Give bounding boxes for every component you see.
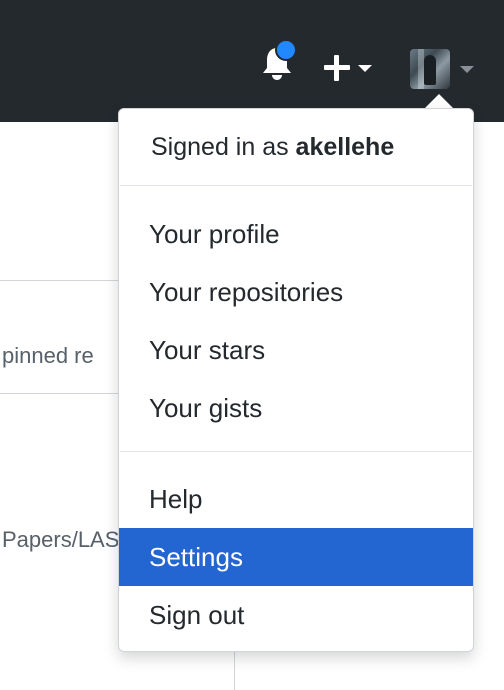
menu-item-your-gists[interactable]: Your gists [119,379,473,437]
unread-notification-dot [275,39,297,61]
caret-down-icon [358,64,372,72]
user-dropdown-menu: Signed in as akellehe Your profile Your … [118,108,474,652]
repo-path-link[interactable]: Papers/LAS [2,527,119,553]
menu-item-sign-out[interactable]: Sign out [119,586,473,644]
signed-in-header: Signed in as akellehe [151,133,394,162]
signed-in-label: Signed in as [151,133,296,161]
menu-divider [120,185,472,186]
menu-item-help[interactable]: Help [119,470,473,528]
menu-item-your-repositories[interactable]: Your repositories [119,263,473,321]
username: akellehe [295,133,395,161]
menu-item-your-profile[interactable]: Your profile [119,205,473,263]
user-menu-button[interactable] [410,47,482,91]
menu-item-your-stars[interactable]: Your stars [119,321,473,379]
avatar [410,49,450,89]
create-new-button[interactable] [322,50,382,86]
dropdown-pointer [425,94,453,108]
plus-icon [322,53,352,83]
caret-down-icon [460,65,474,73]
column-divider [234,652,235,690]
menu-item-settings[interactable]: Settings [119,528,473,586]
pinned-repos-text: pinned re [2,343,94,368]
menu-divider [120,451,472,452]
